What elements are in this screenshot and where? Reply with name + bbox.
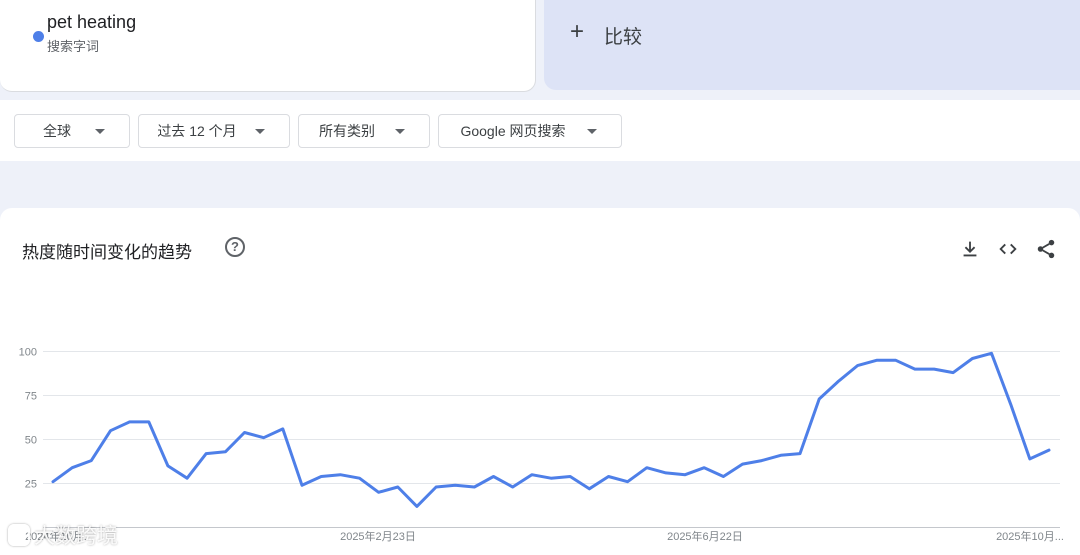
- interest-over-time-card: 热度随时间变化的趋势 ? 25 50 75 100 2024年10月... 2025年2月…: [0, 208, 1080, 555]
- category-label: 所有类别: [319, 123, 375, 139]
- plus-icon: +: [570, 18, 585, 45]
- caret-down-icon: [395, 128, 405, 134]
- period-label: 过去 12 个月: [157, 123, 237, 139]
- filter-bar: 全球 过去 12 个月 所有类别 Google 网页搜索: [0, 100, 1080, 161]
- compare-label: 比较: [604, 27, 643, 48]
- y-tick-label: 50: [25, 435, 37, 447]
- x-tick-label: 2025年2月23日: [340, 529, 416, 543]
- watermark-text: 大数跨境: [34, 525, 118, 548]
- watermark: 大数跨境: [8, 520, 118, 550]
- search-source-dropdown[interactable]: Google 网页搜索: [438, 114, 622, 148]
- search-term-type: 搜索字词: [47, 39, 100, 54]
- region-label: 全球: [43, 123, 71, 139]
- watermark-logo-icon: [8, 524, 30, 546]
- search-source-label: Google 网页搜索: [460, 123, 566, 139]
- search-term-name[interactable]: pet heating: [47, 12, 136, 33]
- x-tick-label: 2025年10月...: [996, 529, 1064, 543]
- period-dropdown[interactable]: 过去 12 个月: [138, 114, 290, 148]
- y-tick-label: 75: [25, 391, 37, 403]
- caret-down-icon: [95, 128, 105, 134]
- series-color-dot: [33, 31, 44, 42]
- y-tick-label: 25: [25, 479, 37, 491]
- region-dropdown[interactable]: 全球: [14, 114, 130, 148]
- search-term-card[interactable]: pet heating 搜索字词: [0, 0, 536, 92]
- caret-down-icon: [255, 128, 265, 134]
- caret-down-icon: [587, 128, 597, 134]
- compare-button[interactable]: + 比较: [544, 0, 1080, 90]
- trend-line-chart: 2550751002024年10月... 2025年2月23日 2025年6月22日…: [19, 347, 1064, 544]
- x-tick-label: 2025年6月22日: [667, 529, 743, 543]
- category-dropdown[interactable]: 所有类别: [298, 114, 430, 148]
- y-tick-label: 100: [19, 347, 37, 359]
